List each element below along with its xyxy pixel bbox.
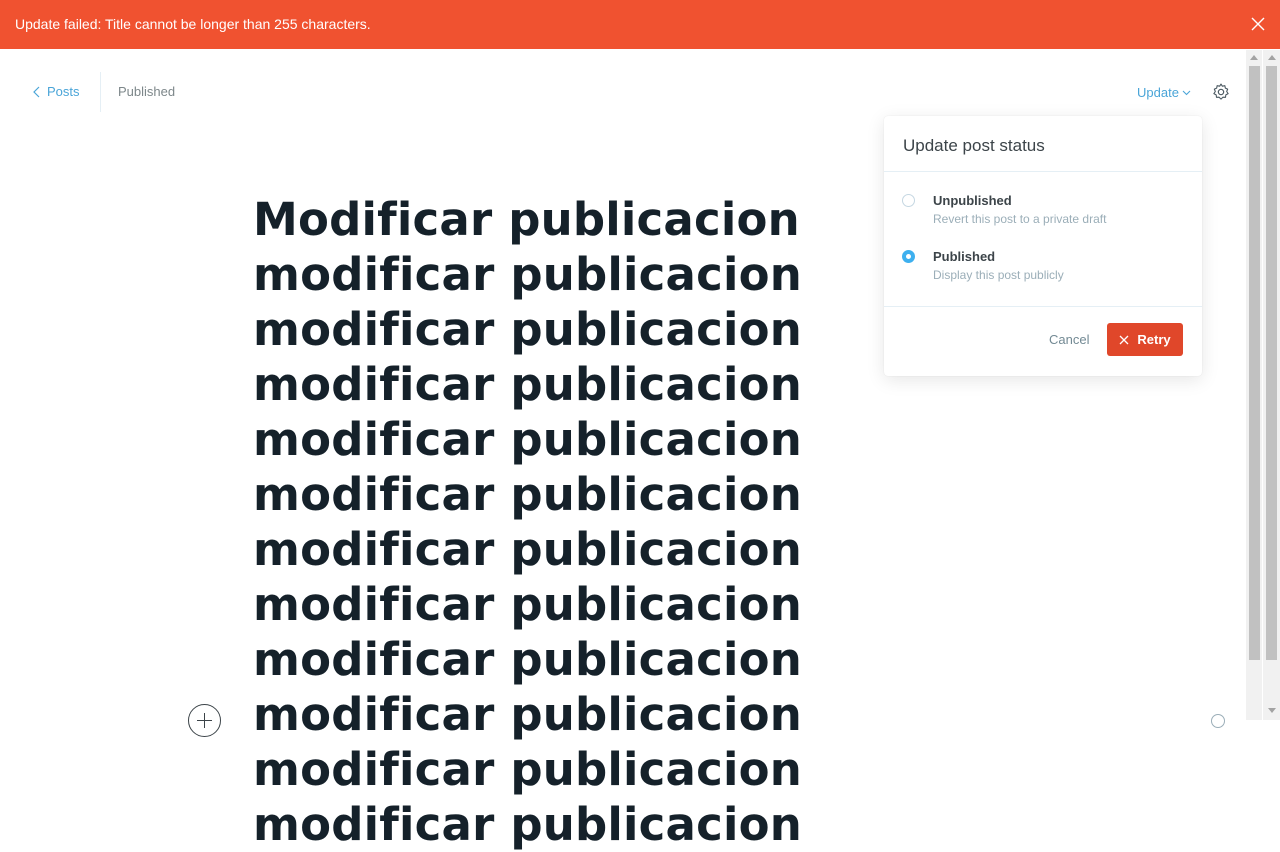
page-scroll-up-arrow-icon[interactable] [1268, 55, 1276, 60]
option-published[interactable]: Published Display this post publicly [902, 248, 1064, 283]
error-message: Update failed: Title cannot be longer th… [15, 16, 371, 32]
update-button[interactable]: Update [1137, 85, 1191, 100]
option-label: Published [933, 249, 996, 264]
help-icon[interactable] [1211, 714, 1225, 728]
retry-button[interactable]: Retry [1107, 323, 1183, 356]
post-status-label: Published [118, 84, 176, 99]
publish-menu-popover: Update post status Unpublished Revert th… [884, 116, 1202, 376]
chevron-down-icon [1182, 90, 1191, 95]
page-scrollbar-thumb[interactable] [1266, 66, 1277, 660]
option-label: Unpublished [933, 193, 1012, 208]
error-notification: Update failed: Title cannot be longer th… [0, 0, 1280, 49]
back-link-label: Posts [47, 84, 80, 99]
update-button-label: Update [1137, 85, 1179, 100]
cancel-button[interactable]: Cancel [1049, 332, 1089, 347]
option-unpublished[interactable]: Unpublished Revert this post to a privat… [902, 192, 1106, 227]
option-description: Revert this post to a private draft [933, 212, 1107, 226]
close-icon[interactable] [1250, 16, 1266, 32]
scroll-up-arrow-icon[interactable] [1250, 55, 1258, 60]
gear-icon[interactable] [1211, 82, 1231, 102]
scrollbar-thumb[interactable] [1249, 66, 1260, 660]
back-to-posts-link[interactable]: Posts [33, 84, 80, 99]
retry-button-label: Retry [1137, 332, 1171, 347]
radio-unpublished[interactable] [902, 194, 915, 207]
header-divider [100, 72, 101, 112]
radio-published[interactable] [902, 250, 915, 263]
popover-title: Update post status [884, 116, 1202, 172]
close-icon [1119, 335, 1129, 344]
page-scroll-down-arrow-icon[interactable] [1268, 708, 1276, 713]
option-description: Display this post publicly [933, 268, 1064, 282]
chevron-left-icon [33, 86, 40, 97]
popover-divider [884, 306, 1202, 307]
add-card-button[interactable] [188, 704, 221, 737]
